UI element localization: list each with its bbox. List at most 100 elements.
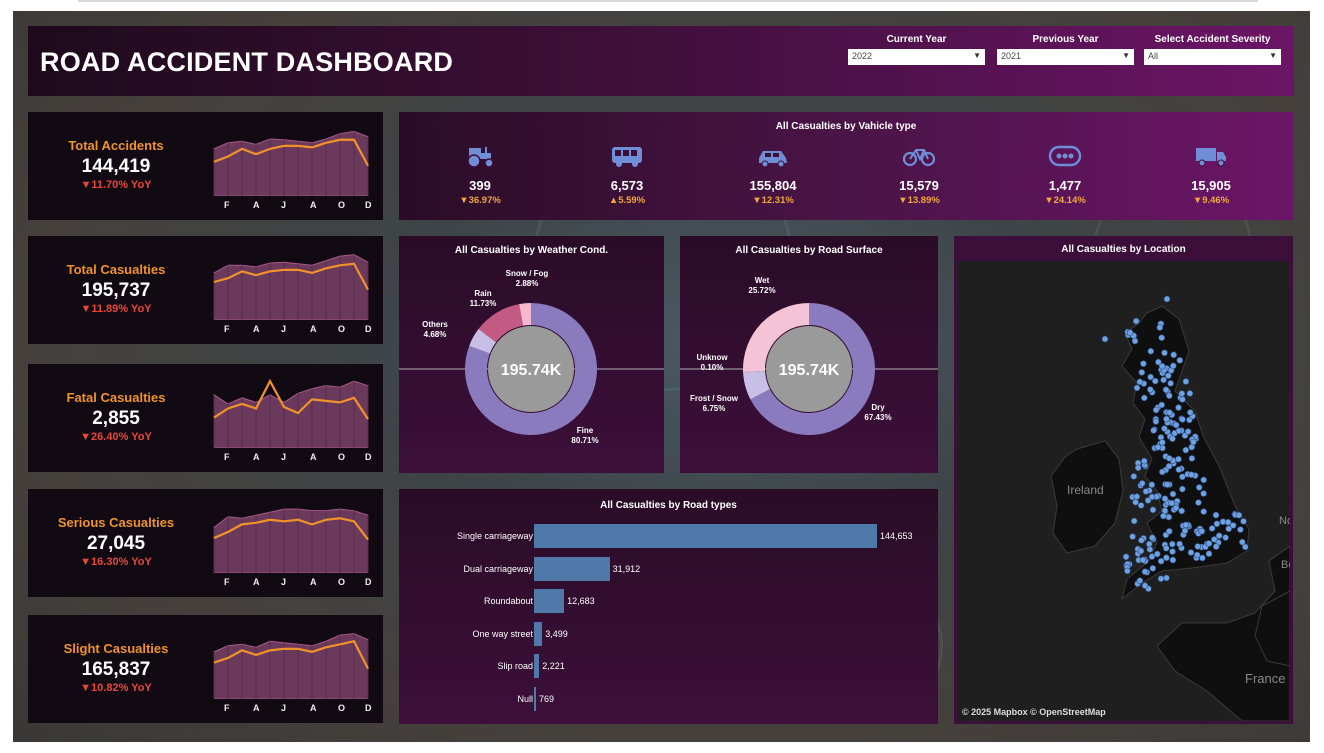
accident-location-dot[interactable] [1142, 488, 1150, 495]
accident-location-dot[interactable] [1175, 404, 1182, 411]
accident-location-dot[interactable] [1190, 438, 1197, 446]
accident-location-dot[interactable] [1175, 455, 1182, 463]
accident-location-dot[interactable] [1147, 386, 1154, 393]
accident-location-dot[interactable] [1166, 392, 1173, 399]
road-type-bar[interactable] [534, 654, 540, 678]
accident-location-dot[interactable] [1140, 360, 1147, 367]
accident-location-dot[interactable] [1170, 362, 1177, 370]
accident-location-dot[interactable] [1136, 577, 1144, 584]
accident-location-dot[interactable] [1212, 511, 1220, 519]
accident-location-dot[interactable] [1182, 446, 1190, 454]
vehicle-stat[interactable]: 1,477 ▼24.14% [1005, 142, 1125, 206]
accident-location-dot[interactable] [1165, 513, 1173, 521]
accident-location-dot[interactable] [1149, 564, 1157, 572]
accident-location-dot[interactable] [1194, 543, 1202, 550]
accident-location-dot[interactable] [1124, 567, 1131, 575]
accident-location-dot[interactable] [1175, 427, 1183, 435]
accident-location-dot[interactable] [1163, 574, 1170, 582]
accident-location-dot[interactable] [1138, 480, 1146, 487]
accident-location-dot[interactable] [1213, 520, 1221, 528]
accident-location-dot[interactable] [1161, 507, 1169, 514]
accident-location-dot[interactable] [1182, 378, 1190, 385]
accident-location-dot[interactable] [1149, 506, 1157, 514]
accident-location-dot[interactable] [1149, 534, 1156, 542]
accident-location-dot[interactable] [1159, 439, 1166, 446]
accident-location-dot[interactable] [1162, 544, 1170, 552]
accident-location-dot[interactable] [1159, 468, 1166, 476]
accident-location-dot[interactable] [1126, 329, 1134, 336]
accident-location-dot[interactable] [1147, 373, 1154, 381]
accident-location-dot[interactable] [1138, 369, 1146, 376]
accident-location-dot[interactable] [1150, 427, 1157, 434]
accident-location-dot[interactable] [1133, 384, 1141, 392]
accident-location-dot[interactable] [1195, 499, 1202, 506]
accident-location-dot[interactable] [1158, 334, 1165, 341]
accident-location-dot[interactable] [1188, 471, 1195, 478]
accident-location-dot[interactable] [1222, 534, 1229, 541]
current-year-select[interactable]: 2022 ▼ [848, 49, 985, 65]
accident-location-dot[interactable] [1181, 527, 1189, 535]
accident-location-dot[interactable] [1161, 495, 1169, 502]
accident-location-dot[interactable] [1130, 473, 1138, 480]
accident-location-dot[interactable] [1160, 376, 1167, 384]
accident-location-dot[interactable] [1224, 518, 1232, 526]
accident-location-dot[interactable] [1212, 543, 1220, 550]
accident-location-dot[interactable] [1152, 418, 1160, 425]
accident-location-dot[interactable] [1187, 409, 1194, 416]
kpi-card[interactable]: Total Casualties 195,737 ▼11.89% YoY F A J A O D [28, 236, 383, 344]
accident-location-dot[interactable] [1122, 553, 1130, 561]
accident-location-dot[interactable] [1131, 337, 1139, 345]
accident-location-dot[interactable] [1164, 481, 1171, 488]
vehicle-stat[interactable]: 15,579 ▼13.89% [859, 142, 979, 206]
accident-location-dot[interactable] [1139, 556, 1147, 564]
location-map[interactable]: Ireland France No Be © 2025 Mapbox © Ope… [957, 261, 1290, 721]
accident-location-dot[interactable] [1166, 409, 1173, 416]
accident-location-dot[interactable] [1198, 527, 1205, 535]
accident-location-dot[interactable] [1179, 396, 1186, 403]
accident-location-dot[interactable] [1141, 582, 1149, 589]
accident-location-dot[interactable] [1154, 550, 1161, 558]
kpi-card[interactable]: Total Accidents 144,419 ▼11.70% YoY F A J A O D [28, 112, 383, 220]
vehicle-stat[interactable]: 15,905 ▼9.46% [1151, 142, 1271, 206]
vehicle-stat[interactable]: 155,804 ▼12.31% [713, 142, 833, 206]
accident-location-dot[interactable] [1182, 521, 1190, 529]
road-type-bar[interactable] [534, 686, 536, 711]
accident-location-dot[interactable] [1163, 295, 1171, 303]
vehicle-stat[interactable]: 6,573 ▲5.59% [567, 142, 687, 206]
accident-location-dot[interactable] [1145, 540, 1153, 548]
accident-location-dot[interactable] [1200, 490, 1207, 497]
accident-location-dot[interactable] [1200, 508, 1207, 515]
accident-location-dot[interactable] [1208, 525, 1216, 532]
accident-location-dot[interactable] [1165, 455, 1173, 462]
accident-location-dot[interactable] [1163, 554, 1170, 562]
accident-location-dot[interactable] [1157, 575, 1165, 583]
accident-location-dot[interactable] [1147, 347, 1155, 355]
accident-location-dot[interactable] [1134, 464, 1142, 472]
accident-location-dot[interactable] [1178, 507, 1185, 515]
accident-location-dot[interactable] [1165, 462, 1173, 470]
accident-location-dot[interactable] [1238, 538, 1246, 546]
accident-location-dot[interactable] [1148, 493, 1156, 501]
accident-location-dot[interactable] [1188, 455, 1196, 462]
accident-location-dot[interactable] [1141, 568, 1149, 576]
accident-location-dot[interactable] [1195, 484, 1203, 491]
accident-location-dot[interactable] [1152, 406, 1160, 414]
accident-location-dot[interactable] [1163, 415, 1170, 423]
accident-location-dot[interactable] [1187, 549, 1195, 556]
accident-location-dot[interactable] [1132, 317, 1140, 325]
accident-location-dot[interactable] [1137, 547, 1145, 555]
road-type-bar[interactable] [534, 524, 877, 548]
kpi-card[interactable]: Slight Casualties 165,837 ▼10.82% YoY F A J A O… [28, 615, 383, 723]
map-attribution[interactable]: © 2025 Mapbox © OpenStreetMap [962, 707, 1106, 717]
accident-location-dot[interactable] [1176, 540, 1183, 548]
accident-location-dot[interactable] [1161, 349, 1168, 357]
accident-location-dot[interactable] [1141, 457, 1148, 465]
road-type-bar[interactable] [534, 556, 610, 581]
accident-location-dot[interactable] [1237, 526, 1244, 533]
accident-location-dot[interactable] [1130, 517, 1138, 525]
accident-location-dot[interactable] [1148, 481, 1156, 488]
accident-location-dot[interactable] [1155, 358, 1162, 366]
accident-location-dot[interactable] [1172, 421, 1180, 429]
accident-location-dot[interactable] [1169, 490, 1177, 498]
accident-location-dot[interactable] [1141, 394, 1148, 402]
